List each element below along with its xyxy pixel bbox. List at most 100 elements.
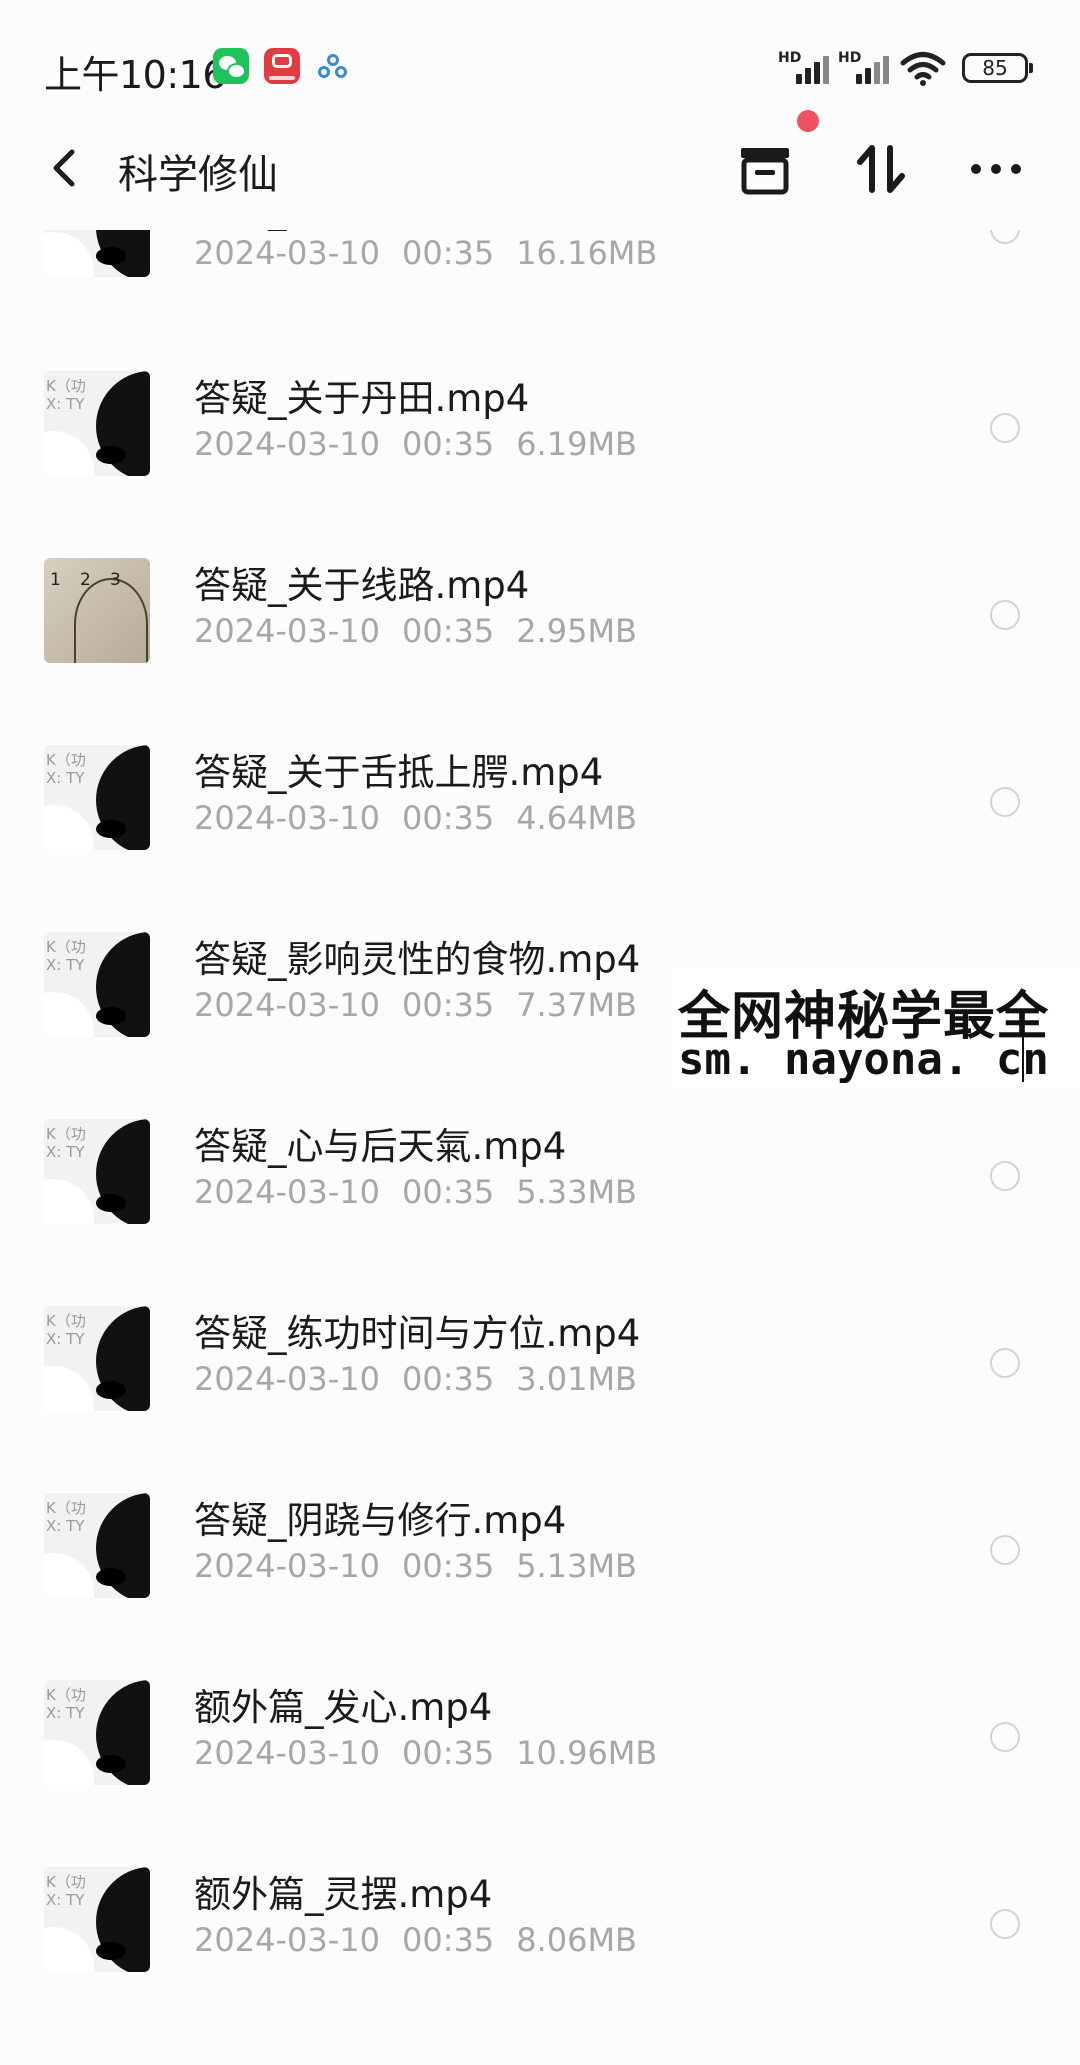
video-thumbnail: K（功X: TY <box>44 1867 150 1972</box>
file-meta: 2024-03-10 00:35 5.13MB <box>194 1547 659 1585</box>
file-list: K（功X: TY功法_雷音六字诀.mp42024-03-1000:3516.16… <box>0 230 1080 2065</box>
thumbnail-watermark: K（功 <box>46 1125 86 1143</box>
archive-button[interactable] <box>735 136 795 202</box>
page-title: 科学修仙 <box>118 152 278 198</box>
file-date: 2024-03-10 <box>194 612 380 650</box>
more-options-button[interactable] <box>966 136 1026 202</box>
file-size: 5.13MB <box>516 1547 637 1585</box>
thumbnail-watermark: X: TY <box>46 1891 85 1909</box>
file-list-item[interactable]: K（功 X: TY 答疑_关于丹田.mp4 2024-03-10 00:35 6.19MB <box>0 371 1080 560</box>
yinyang-shape <box>44 992 94 1037</box>
select-radio[interactable] <box>990 413 1020 443</box>
file-size: 8.06MB <box>516 1921 637 1959</box>
thumbnail-watermark: X: TY <box>46 1143 85 1161</box>
yinyang-shape <box>44 431 94 476</box>
thumbnail-watermark: K（功 <box>46 1873 86 1891</box>
file-time: 00:35 <box>401 1547 495 1585</box>
file-name: 答疑_心与后天氣.mp4 <box>194 1125 567 1168</box>
select-radio[interactable] <box>990 1348 1020 1378</box>
thumbnail-watermark: K（功 <box>46 1312 86 1330</box>
thumbnail-watermark: K（功 <box>46 1686 86 1704</box>
file-list-item[interactable]: K（功 X: TY 答疑_阴跷与修行.mp4 2024-03-10 00:35 5.13M… <box>0 1493 1080 1682</box>
file-name: 功法_雷音六字诀.mp4 <box>194 230 566 233</box>
file-date: 2024-03-10 <box>194 1921 380 1959</box>
yinyang-shape <box>96 1568 126 1586</box>
file-meta: 2024-03-10 00:35 6.19MB <box>194 425 659 463</box>
video-thumbnail: K（功X: TY <box>44 371 150 476</box>
yinyang-shape <box>96 1194 126 1212</box>
wechat-notification-icon <box>213 48 249 84</box>
select-radio[interactable] <box>990 1161 1020 1191</box>
select-radio[interactable] <box>990 230 1020 244</box>
file-list-item[interactable]: K（功 X: TY 答疑_心与后天氣.mp4 2024-03-10 00:35 5.33M… <box>0 1119 1080 1308</box>
yinyang-shape <box>96 1755 126 1773</box>
yinyang-shape <box>44 1740 94 1785</box>
select-radio[interactable] <box>990 787 1020 817</box>
wifi-icon <box>900 52 946 86</box>
file-list-item[interactable]: K（功 X: TY 答疑_关于舌抵上腭.mp4 2024-03-10 00:35 4.64… <box>0 745 1080 934</box>
sort-button[interactable] <box>852 136 912 202</box>
yinyang-shape <box>44 1553 94 1598</box>
file-time: 00:35 <box>401 1734 495 1772</box>
file-meta: 2024-03-10 00:35 3.01MB <box>194 1360 659 1398</box>
battery-icon: 85 <box>962 53 1033 83</box>
watermark-url: sm. nayona. cn <box>678 1034 1049 1085</box>
file-time: 00:35 <box>401 1360 495 1398</box>
thumbnail-watermark: X: TY <box>46 769 85 787</box>
file-name: 额外篇_发心.mp4 <box>194 1686 493 1729</box>
file-meta: 2024-03-10 00:35 8.06MB <box>194 1921 659 1959</box>
thumbnail-watermark: X: TY <box>46 1330 85 1348</box>
file-list-item[interactable]: K（功 X: TY 额外篇_灵摆.mp4 2024-03-10 00:35 8.06MB <box>0 1867 1080 2056</box>
file-name: 答疑_关于丹田.mp4 <box>194 377 530 420</box>
select-radio[interactable] <box>990 1722 1020 1752</box>
file-list-item[interactable]: K（功X: TY 功法_雷音六字诀.mp42024-03-10 00:35 16.16… <box>0 230 1080 373</box>
yinyang-shape <box>96 1942 126 1960</box>
yinyang-shape <box>44 805 94 850</box>
file-name: 答疑_关于舌抵上腭.mp4 <box>194 751 604 794</box>
file-time: 00:35 <box>401 612 495 650</box>
file-list-item[interactable]: K（功 X: TY 答疑_练功时间与方位.mp4 2024-03-10 00:35 3.0… <box>0 1306 1080 1495</box>
file-meta: 2024-03-10 00:35 7.37MB <box>194 986 659 1024</box>
diagram-number: 1 <box>50 570 61 590</box>
status-bar: 上午10:16 HD HD 85 <box>0 0 1080 110</box>
back-button[interactable] <box>40 138 90 198</box>
file-date: 2024-03-10 <box>194 1173 380 1211</box>
file-date: 2024-03-10 <box>194 1734 380 1772</box>
signal-1-icon: HD <box>778 50 829 84</box>
file-date: 2024-03-10 <box>194 1360 380 1398</box>
file-size: 4.64MB <box>516 799 637 837</box>
select-radio[interactable] <box>990 1535 1020 1565</box>
file-date: 2024-03-10 <box>194 799 380 837</box>
file-date: 2024-03-10 <box>194 234 380 272</box>
file-meta: 2024-03-10 00:35 10.96MB <box>194 1734 679 1772</box>
file-size: 7.37MB <box>516 986 637 1024</box>
video-thumbnail: 123 <box>44 558 150 663</box>
select-radio[interactable] <box>990 600 1020 630</box>
yinyang-shape <box>96 1381 126 1399</box>
file-list-item[interactable]: K（功 X: TY 额外篇_发心.mp4 2024-03-10 00:35 10.96MB <box>0 1680 1080 1869</box>
yinyang-shape <box>96 446 126 464</box>
file-name: 额外篇_灵摆.mp4 <box>194 1873 493 1916</box>
video-thumbnail: K（功X: TY <box>44 932 150 1037</box>
thumbnail-watermark: K（功 <box>46 1499 86 1517</box>
file-list-item[interactable]: 1 2 3 答疑_关于线路.mp4 2024-03-10 00:35 2.95MB <box>0 558 1080 747</box>
video-thumbnail: K（功X: TY <box>44 1119 150 1224</box>
file-date: 2024-03-10 <box>194 1547 380 1585</box>
file-size: 3.01MB <box>516 1360 637 1398</box>
diagram-curve <box>74 578 148 663</box>
file-meta: 2024-03-10 00:35 16.16MB <box>194 234 679 272</box>
file-time: 00:35 <box>401 986 495 1024</box>
thumbnail-watermark: K（功 <box>46 377 86 395</box>
file-date: 2024-03-10 <box>194 425 380 463</box>
thumbnail-watermark: X: TY <box>46 956 85 974</box>
status-time: 上午10:16 <box>44 53 227 97</box>
thumbnail-watermark: K（功 <box>46 751 86 769</box>
cluster-notification-icon <box>318 54 348 80</box>
signal-2-icon: HD <box>838 50 889 84</box>
select-radio[interactable] <box>990 1909 1020 1939</box>
file-time: 00:35 <box>401 799 495 837</box>
video-thumbnail: K（功X: TY <box>44 745 150 850</box>
text-cursor <box>1022 1032 1024 1082</box>
app-notification-icon <box>264 48 300 84</box>
file-meta: 2024-03-10 00:35 2.95MB <box>194 612 659 650</box>
